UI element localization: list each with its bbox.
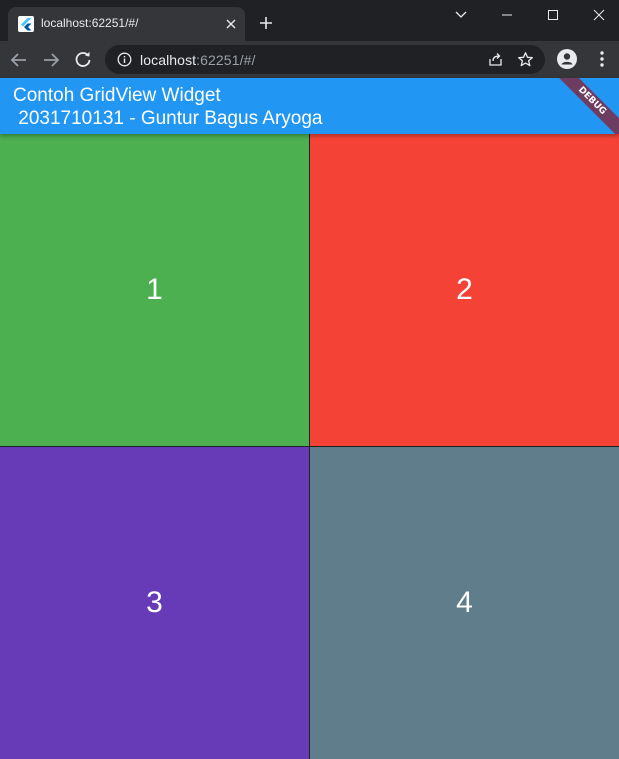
browser-toolbar: localhost:62251/#/ [0, 41, 619, 78]
grid-tile-label: 3 [146, 586, 163, 619]
browser-tab[interactable]: localhost:62251/#/ [8, 7, 245, 41]
grid-view: 1 2 3 4 [0, 134, 619, 759]
maximize-icon [548, 10, 558, 20]
back-arrow-icon[interactable] [9, 50, 29, 70]
address-bar[interactable]: localhost:62251/#/ [105, 45, 545, 74]
debug-banner: DEBUG [548, 78, 619, 134]
kebab-menu-icon[interactable] [592, 49, 612, 69]
grid-tile-3: 3 [0, 447, 309, 759]
app-title-line2: 2031710131 - Guntur Bagus Aryoga [13, 108, 323, 129]
grid-tile-label: 4 [456, 586, 473, 619]
minimize-button[interactable] [484, 0, 530, 30]
url-path: :62251/#/ [196, 52, 256, 68]
close-icon [593, 9, 605, 21]
grid-tile-1: 1 [0, 134, 309, 446]
flutter-favicon-icon [18, 16, 34, 32]
profile-avatar-icon[interactable] [557, 49, 577, 69]
url-host: localhost [140, 52, 197, 68]
grid-tile-label: 1 [146, 273, 163, 306]
new-tab-icon[interactable] [258, 15, 274, 31]
browser-tabstrip: localhost:62251/#/ [0, 0, 619, 41]
forward-arrow-icon[interactable] [41, 50, 61, 70]
app-bar: Contoh GridView Widget 2031710131 - Gunt… [0, 78, 619, 134]
close-tab-icon[interactable] [224, 17, 238, 31]
bookmark-star-icon[interactable] [517, 51, 534, 68]
grid-tile-2: 2 [310, 134, 619, 446]
app-bar-title: Contoh GridView Widget 2031710131 - Gunt… [13, 84, 323, 130]
tab-title: localhost:62251/#/ [41, 16, 139, 30]
maximize-button[interactable] [530, 0, 576, 30]
chevron-down-icon [455, 11, 467, 18]
info-icon[interactable] [117, 52, 132, 67]
app-title-line1: Contoh GridView Widget [13, 85, 221, 106]
reload-icon[interactable] [73, 50, 93, 70]
grid-tile-4: 4 [310, 447, 619, 759]
url-text[interactable]: localhost:62251/#/ [140, 52, 255, 68]
grid-tile-label: 2 [456, 273, 473, 306]
minimize-icon [502, 14, 512, 16]
tab-search-button[interactable] [438, 0, 484, 30]
share-icon[interactable] [487, 51, 504, 68]
close-window-button[interactable] [576, 0, 619, 30]
